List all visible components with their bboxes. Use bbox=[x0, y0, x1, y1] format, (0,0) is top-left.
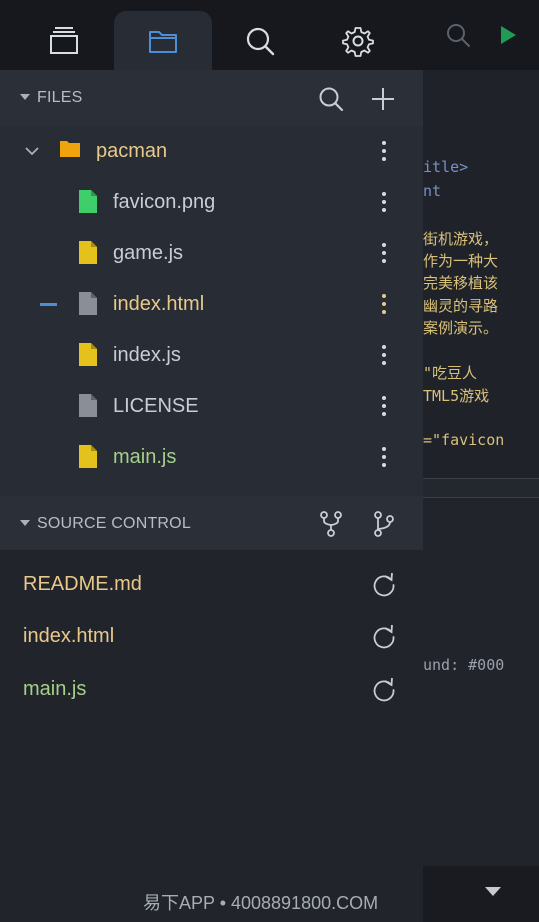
more-options-icon[interactable] bbox=[376, 240, 392, 266]
code-line: ="favicon bbox=[423, 431, 505, 449]
code-line: 作为一种大 bbox=[423, 252, 499, 270]
git-branch-icon bbox=[374, 511, 394, 537]
refresh-icon[interactable] bbox=[371, 677, 397, 703]
file-name: LICENSE bbox=[113, 395, 199, 417]
layers-icon bbox=[50, 26, 78, 54]
code-editor[interactable]: itle> nt 街机游戏， 作为一种大 完美移植该 幽灵的寻路 案例演示。 "… bbox=[423, 70, 539, 922]
file-icon bbox=[79, 394, 97, 417]
tree-file-index-js[interactable]: index.js bbox=[0, 330, 423, 381]
sc-file-name: main.js bbox=[23, 678, 87, 700]
more-options-icon[interactable] bbox=[376, 138, 392, 164]
tree-file-license[interactable]: LICENSE bbox=[0, 381, 423, 432]
tree-folder-pacman[interactable]: pacman bbox=[0, 126, 423, 177]
more-options-icon[interactable] bbox=[376, 342, 392, 368]
side-panel: FILES pacman favicon.png game.js index.h… bbox=[0, 70, 423, 922]
file-icon bbox=[79, 445, 97, 468]
file-icon bbox=[79, 343, 97, 366]
file-name: main.js bbox=[113, 446, 177, 468]
caret-down-icon[interactable] bbox=[20, 94, 30, 100]
folder-name: pacman bbox=[96, 140, 168, 162]
file-name: favicon.png bbox=[113, 191, 216, 213]
source-control-list: README.md index.html main.js bbox=[0, 550, 423, 922]
source-control-title: SOURCE CONTROL bbox=[37, 515, 191, 532]
more-options-icon[interactable] bbox=[376, 189, 392, 215]
sc-file-name: README.md bbox=[23, 573, 142, 595]
caret-down-icon[interactable] bbox=[485, 887, 501, 896]
source-control-header[interactable]: SOURCE CONTROL bbox=[0, 496, 423, 552]
caret-down-icon[interactable] bbox=[20, 520, 30, 526]
editor-search-button[interactable] bbox=[445, 22, 471, 48]
tab-settings[interactable] bbox=[309, 11, 407, 70]
modified-indicator bbox=[40, 303, 57, 306]
files-search-button[interactable] bbox=[316, 84, 346, 114]
code-line: TML5游戏 bbox=[423, 387, 490, 405]
more-options-icon[interactable] bbox=[376, 291, 392, 317]
file-icon bbox=[79, 241, 97, 264]
refresh-icon[interactable] bbox=[371, 572, 397, 598]
tree-file-main-js[interactable]: main.js bbox=[0, 432, 423, 483]
editor-lower-pane: und: #000 bbox=[423, 500, 539, 870]
tab-files[interactable] bbox=[114, 11, 212, 70]
git-fork-icon bbox=[320, 511, 342, 537]
editor-bottom-bar bbox=[423, 866, 539, 922]
sc-file-name: index.html bbox=[23, 625, 115, 647]
search-icon bbox=[319, 87, 344, 112]
files-title: FILES bbox=[37, 89, 83, 106]
git-fork-button[interactable] bbox=[316, 509, 346, 539]
search-icon bbox=[246, 27, 275, 55]
refresh-icon[interactable] bbox=[371, 624, 397, 650]
editor-divider bbox=[423, 478, 539, 498]
file-icon bbox=[79, 190, 97, 213]
code-line: und: #000 bbox=[423, 656, 505, 674]
add-file-button[interactable] bbox=[368, 84, 398, 114]
more-options-icon[interactable] bbox=[376, 444, 392, 470]
tree-file-game-js[interactable]: game.js bbox=[0, 228, 423, 279]
tree-file-favicon[interactable]: favicon.png bbox=[0, 177, 423, 228]
file-icon bbox=[79, 292, 97, 315]
run-button[interactable] bbox=[495, 22, 521, 48]
folder-icon bbox=[60, 141, 80, 157]
activity-bar bbox=[0, 0, 539, 70]
code-line: 街机游戏， bbox=[423, 230, 499, 248]
file-tree: pacman favicon.png game.js index.html in… bbox=[0, 126, 423, 496]
tab-explorer[interactable] bbox=[15, 11, 113, 70]
plus-icon bbox=[372, 88, 394, 110]
git-branch-button[interactable] bbox=[369, 509, 399, 539]
sc-item-main-js[interactable]: main.js bbox=[0, 664, 423, 717]
watermark-text: 易下APP • 4008891800.COM bbox=[143, 893, 379, 913]
code-line: "吃豆人 bbox=[423, 364, 478, 382]
code-line: 案例演示。 bbox=[423, 319, 499, 337]
file-name: index.html bbox=[113, 293, 205, 315]
chevron-down-icon[interactable] bbox=[24, 145, 40, 157]
files-section-header[interactable]: FILES bbox=[0, 70, 423, 126]
search-icon bbox=[447, 24, 470, 47]
tab-search[interactable] bbox=[211, 11, 309, 70]
code-line: 幽灵的寻路 bbox=[423, 297, 499, 315]
file-name: game.js bbox=[113, 242, 184, 264]
more-options-icon[interactable] bbox=[376, 393, 392, 419]
play-icon bbox=[501, 26, 516, 44]
gear-icon bbox=[342, 26, 374, 57]
code-line: 完美移植该 bbox=[423, 274, 499, 292]
folder-icon bbox=[149, 30, 177, 53]
file-name: index.js bbox=[113, 344, 181, 366]
tree-file-index-html[interactable]: index.html bbox=[0, 279, 423, 330]
sc-item-readme[interactable]: README.md bbox=[0, 559, 423, 612]
code-line: nt bbox=[423, 182, 442, 200]
code-line: itle> bbox=[423, 158, 469, 176]
sc-item-index-html[interactable]: index.html bbox=[0, 611, 423, 664]
